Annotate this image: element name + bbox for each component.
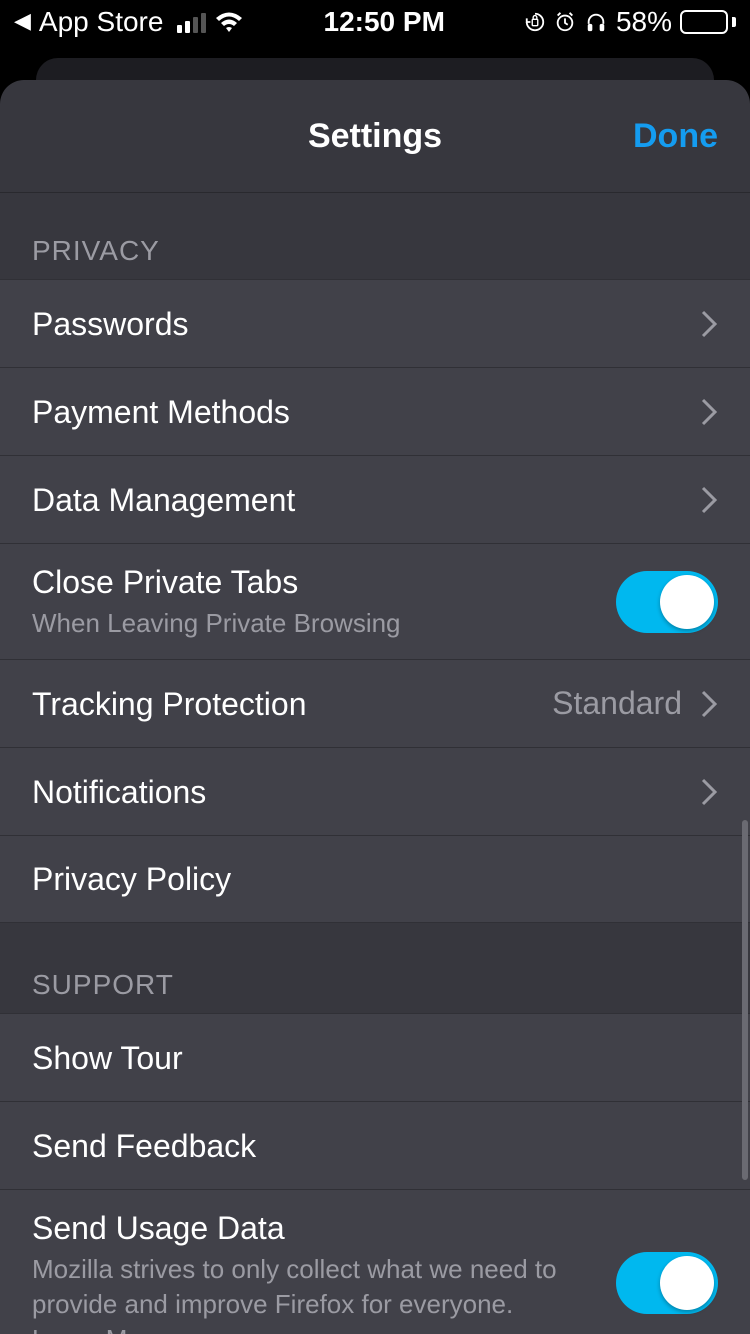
headphones-icon xyxy=(584,11,608,33)
chevron-right-icon xyxy=(700,777,718,807)
row-notifications[interactable]: Notifications xyxy=(0,747,750,835)
row-subtitle: When Leaving Private Browsing xyxy=(32,606,572,641)
status-bar-left: ◀ App Store xyxy=(14,6,244,38)
settings-sheet: Settings Done PRIVACY Passwords Payment … xyxy=(0,80,750,1334)
row-value: Standard xyxy=(552,685,682,722)
row-show-tour[interactable]: Show Tour xyxy=(0,1013,750,1101)
status-bar: ◀ App Store 12:50 PM 58% xyxy=(0,0,750,44)
settings-content[interactable]: PRIVACY Passwords Payment Methods Data M… xyxy=(0,193,750,1334)
send-usage-data-toggle[interactable] xyxy=(616,1252,718,1314)
orientation-lock-icon xyxy=(524,11,546,33)
section-header-support: SUPPORT xyxy=(0,923,750,1013)
row-label: Passwords xyxy=(32,304,700,344)
row-label: Send Usage Data xyxy=(32,1208,616,1248)
row-payment-methods[interactable]: Payment Methods xyxy=(0,367,750,455)
background-card-peek xyxy=(36,58,714,80)
status-bar-right: 58% xyxy=(524,6,736,38)
row-label: Notifications xyxy=(32,772,700,812)
row-label: Data Management xyxy=(32,480,700,520)
close-private-tabs-toggle[interactable] xyxy=(616,571,718,633)
navbar: Settings Done xyxy=(0,80,750,193)
chevron-right-icon xyxy=(700,309,718,339)
row-label: Close Private Tabs xyxy=(32,562,616,602)
row-close-private-tabs[interactable]: Close Private Tabs When Leaving Private … xyxy=(0,543,750,659)
chevron-right-icon xyxy=(700,397,718,427)
back-to-app-label[interactable]: App Store xyxy=(39,6,164,38)
row-send-usage-data[interactable]: Send Usage Data Mozilla strives to only … xyxy=(0,1189,750,1334)
row-passwords[interactable]: Passwords xyxy=(0,279,750,367)
row-label: Tracking Protection xyxy=(32,684,552,724)
row-subtitle: Mozilla strives to only collect what we … xyxy=(32,1252,572,1334)
chevron-right-icon xyxy=(700,485,718,515)
back-to-app-icon[interactable]: ◀ xyxy=(14,10,31,32)
page-title: Settings xyxy=(308,117,442,156)
row-label: Show Tour xyxy=(32,1038,718,1078)
row-label: Privacy Policy xyxy=(32,859,718,899)
status-bar-time: 12:50 PM xyxy=(324,6,445,38)
row-tracking-protection[interactable]: Tracking Protection Standard xyxy=(0,659,750,747)
row-privacy-policy[interactable]: Privacy Policy xyxy=(0,835,750,923)
row-data-management[interactable]: Data Management xyxy=(0,455,750,543)
row-label: Send Feedback xyxy=(32,1126,718,1166)
chevron-right-icon xyxy=(700,689,718,719)
scrollbar[interactable] xyxy=(742,820,748,1180)
alarm-icon xyxy=(554,11,576,33)
wifi-icon xyxy=(214,11,244,33)
battery-percent: 58% xyxy=(616,6,672,38)
row-send-feedback[interactable]: Send Feedback xyxy=(0,1101,750,1189)
battery-icon xyxy=(680,10,736,34)
done-button[interactable]: Done xyxy=(633,80,718,192)
cellular-signal-icon xyxy=(177,11,206,33)
section-header-privacy: PRIVACY xyxy=(0,193,750,279)
row-label: Payment Methods xyxy=(32,392,700,432)
